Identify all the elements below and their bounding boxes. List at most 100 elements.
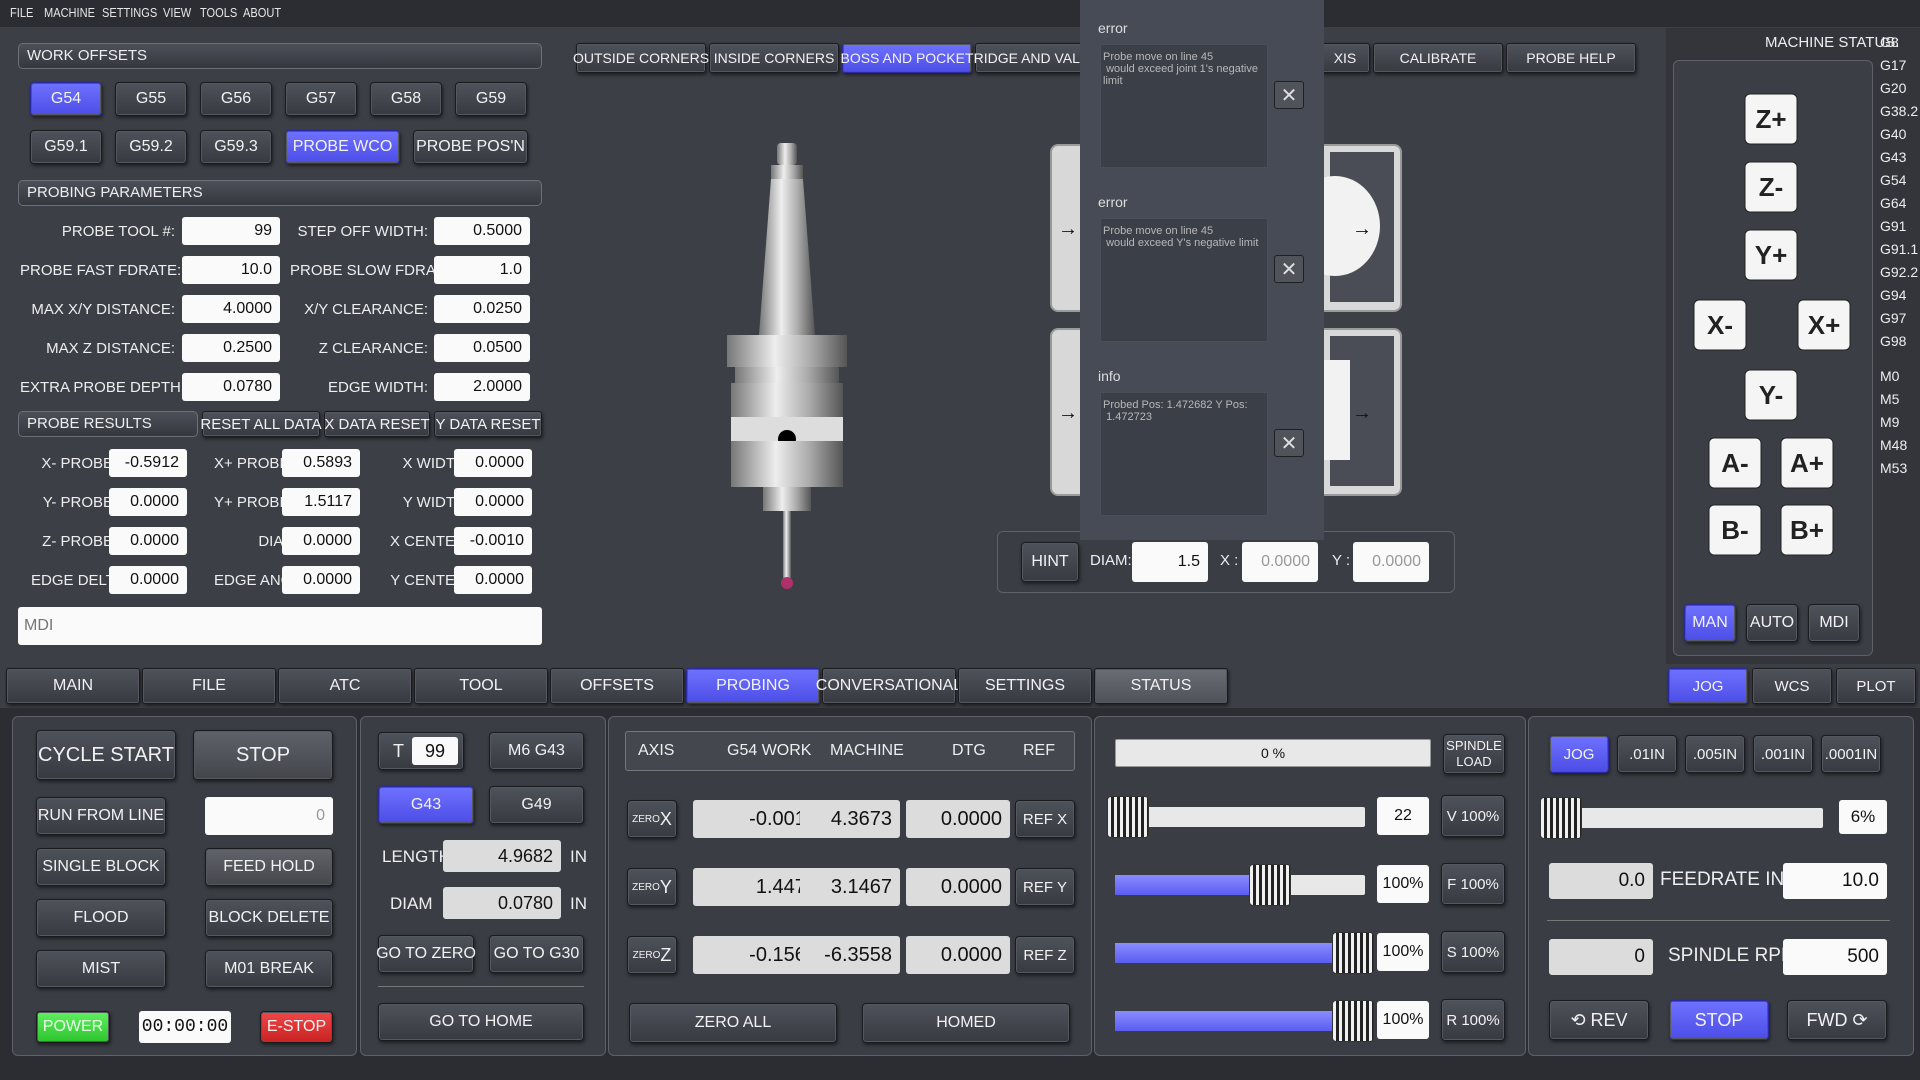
jog-increment-button[interactable]: .005IN	[1685, 735, 1745, 773]
mode-mdi-button[interactable]: MDI	[1808, 604, 1860, 642]
mode-man-button[interactable]: MAN	[1684, 604, 1736, 642]
ref-y-button[interactable]: REF Y	[1015, 868, 1075, 906]
tab-atc[interactable]: ATC	[278, 668, 412, 704]
param-field[interactable]: 0.2500	[182, 334, 280, 362]
zero-all-button[interactable]: ZERO ALL	[629, 1003, 837, 1043]
menu-machine[interactable]: MACHINE	[44, 5, 95, 20]
estop-button[interactable]: E-STOP	[260, 1011, 333, 1043]
param-field[interactable]: 1.0	[434, 256, 530, 284]
param-field[interactable]: 2.0000	[434, 373, 530, 401]
probe-pos-button[interactable]: PROBE POS'N	[413, 130, 528, 164]
menu-settings[interactable]: SETTINGS	[102, 5, 157, 20]
close-icon[interactable]: ✕	[1274, 255, 1304, 283]
x-data-reset-button[interactable]: X DATA RESET	[324, 411, 430, 437]
jog-rate-slider[interactable]	[1539, 797, 1823, 839]
tab-wcs[interactable]: WCS	[1752, 668, 1832, 704]
cycle-start-button[interactable]: CYCLE START	[36, 730, 176, 780]
single-block-button[interactable]: SINGLE BLOCK	[36, 848, 166, 886]
g49-button[interactable]: G49	[489, 786, 584, 824]
jog-y-minusplus-button[interactable]: Y+	[1743, 228, 1799, 282]
close-icon[interactable]: ✕	[1274, 81, 1304, 109]
stop-button[interactable]: STOP	[193, 730, 333, 780]
ref-x-button[interactable]: REF X	[1015, 800, 1075, 838]
hint-button[interactable]: HINT	[1021, 542, 1079, 582]
param-field[interactable]: 0.0250	[434, 295, 530, 323]
jog-increment-button[interactable]: JOG	[1549, 735, 1609, 773]
probe-tab[interactable]: PROBE HELP	[1506, 43, 1636, 73]
menu-file[interactable]: FILE	[10, 5, 33, 20]
tab-file[interactable]: FILE	[142, 668, 276, 704]
jog-y-minus-button[interactable]: Y-	[1743, 368, 1799, 422]
hint-diam-field[interactable]: 1.5	[1132, 542, 1208, 582]
jog-a-minus-button[interactable]: A-	[1707, 436, 1763, 490]
probe-wco-button[interactable]: PROBE WCO	[285, 130, 400, 164]
tab-main[interactable]: MAIN	[6, 668, 140, 704]
g59-3-button[interactable]: G59.3	[200, 130, 272, 164]
reset-all-data-button[interactable]: RESET ALL DATA	[200, 411, 322, 437]
g58-button[interactable]: G58	[370, 82, 442, 116]
override-slider-2[interactable]	[1115, 932, 1374, 974]
g54-button[interactable]: G54	[30, 82, 102, 116]
go-to-g30-button[interactable]: GO TO G30	[489, 935, 584, 973]
zero-y-button[interactable]: ZERO Y	[627, 868, 677, 906]
spindle-rev-button[interactable]: ⟲ REV	[1549, 1000, 1649, 1040]
param-field[interactable]: 4.0000	[182, 295, 280, 323]
probe-tab[interactable]: BOSS AND POCKET	[840, 43, 974, 73]
override-reset-button-3[interactable]: R 100%	[1441, 999, 1505, 1041]
run-from-line-button[interactable]: RUN FROM LINE	[36, 797, 166, 835]
spindle-fwd-button[interactable]: FWD ⟳	[1787, 1000, 1887, 1040]
run-from-line-input[interactable]: 0	[205, 797, 333, 835]
feedrate-input[interactable]: 10.0	[1783, 863, 1887, 899]
tab-jog[interactable]: JOG	[1668, 668, 1748, 704]
override-reset-button-1[interactable]: F 100%	[1441, 863, 1505, 905]
jog-b-minusplus-button[interactable]: B+	[1779, 503, 1835, 557]
override-slider-1[interactable]	[1115, 864, 1365, 906]
spindle-stop-button[interactable]: STOP	[1669, 1000, 1769, 1040]
override-reset-button-2[interactable]: S 100%	[1441, 931, 1505, 973]
jog-x-minus-button[interactable]: X-	[1692, 298, 1748, 352]
override-slider-0[interactable]	[1106, 796, 1365, 838]
param-field[interactable]: 10.0	[182, 256, 280, 284]
go-to-zero-button[interactable]: GO TO ZERO	[376, 935, 476, 973]
jog-z-minus-button[interactable]: Z-	[1743, 160, 1799, 214]
menu-about[interactable]: ABOUT	[243, 5, 281, 20]
jog-z-minusplus-button[interactable]: Z+	[1743, 92, 1799, 146]
jog-a-minusplus-button[interactable]: A+	[1779, 436, 1835, 490]
g55-button[interactable]: G55	[115, 82, 187, 116]
block-delete-button[interactable]: BLOCK DELETE	[205, 899, 333, 937]
jog-x-minusplus-button[interactable]: X+	[1796, 298, 1852, 352]
hint-x-field[interactable]: 0.0000	[1242, 542, 1318, 582]
mist-button[interactable]: MIST	[36, 950, 166, 988]
power-button[interactable]: POWER	[36, 1011, 110, 1043]
m01-break-button[interactable]: M01 BREAK	[205, 950, 333, 988]
go-to-home-button[interactable]: GO TO HOME	[378, 1003, 584, 1041]
tab-offsets[interactable]: OFFSETS	[550, 668, 684, 704]
override-slider-3[interactable]	[1115, 1000, 1374, 1042]
tool-number-field[interactable]: 99	[412, 737, 458, 765]
tab-tool[interactable]: TOOL	[414, 668, 548, 704]
homed-button[interactable]: HOMED	[862, 1003, 1070, 1043]
y-data-reset-button[interactable]: Y DATA RESET	[434, 411, 542, 437]
tab-plot[interactable]: PLOT	[1836, 668, 1916, 704]
zero-z-button[interactable]: ZERO Z	[627, 936, 677, 974]
hint-y-field[interactable]: 0.0000	[1353, 542, 1429, 582]
g59-button[interactable]: G59	[455, 82, 527, 116]
tab-status[interactable]: STATUS	[1094, 668, 1228, 704]
jog-increment-button[interactable]: .001IN	[1753, 735, 1813, 773]
menu-tools[interactable]: TOOLS	[200, 5, 237, 20]
jog-increment-button[interactable]: .01IN	[1617, 735, 1677, 773]
flood-button[interactable]: FLOOD	[36, 899, 166, 937]
g59-2-button[interactable]: G59.2	[115, 130, 187, 164]
g57-button[interactable]: G57	[285, 82, 357, 116]
probe-tab[interactable]: OUTSIDE CORNERS	[573, 43, 709, 73]
param-field[interactable]: 0.0500	[434, 334, 530, 362]
probe-tab[interactable]: INSIDE CORNERS	[709, 43, 839, 73]
probe-tab[interactable]: CALIBRATE	[1373, 43, 1503, 73]
spindle-rpm-input[interactable]: 500	[1783, 939, 1887, 975]
param-field[interactable]: 0.5000	[434, 217, 530, 245]
jog-increment-button[interactable]: .0001IN	[1821, 735, 1881, 773]
jog-b-minus-button[interactable]: B-	[1707, 503, 1763, 557]
menu-view[interactable]: VIEW	[163, 5, 191, 20]
param-field[interactable]: 0.0780	[182, 373, 280, 401]
tab-conversational[interactable]: CONVERSATIONAL	[816, 668, 962, 704]
